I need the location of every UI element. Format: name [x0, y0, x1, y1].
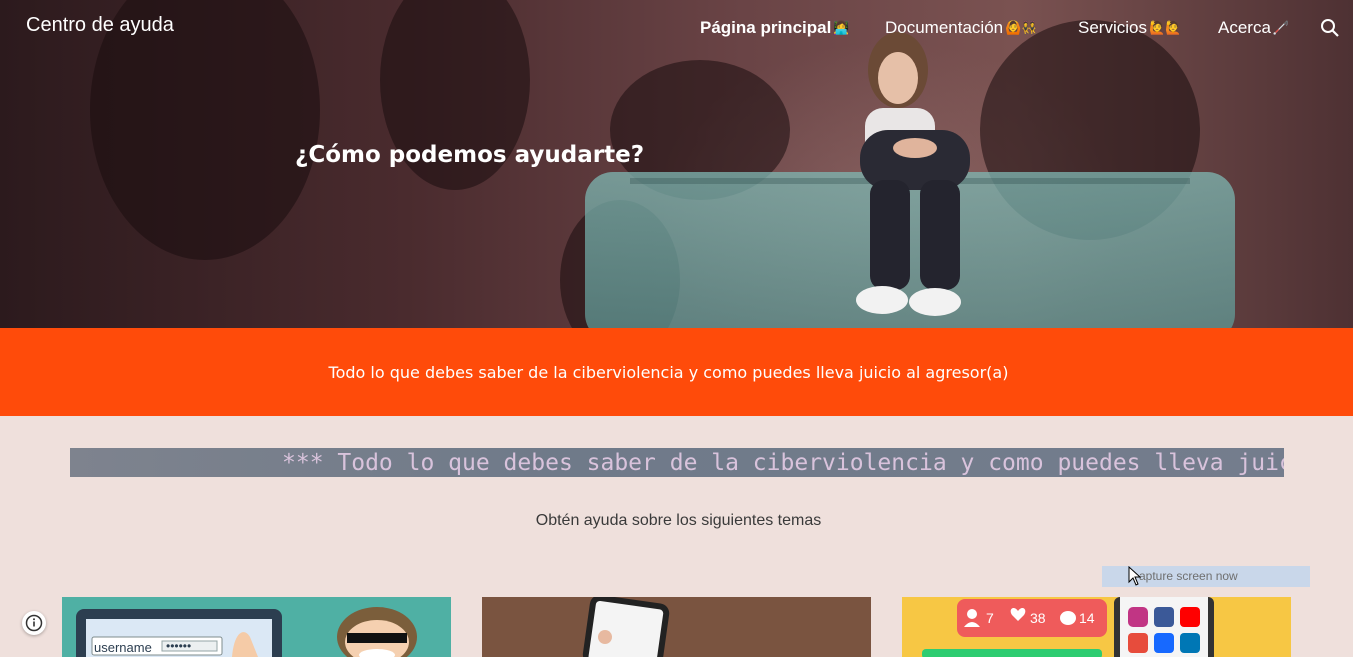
topic-card-phishing[interactable]: username •••••• [62, 597, 451, 657]
technologist-emoji-icon: 👩‍💻 [833, 20, 850, 35]
username-text: username [94, 640, 152, 655]
social-media-illustration [902, 597, 1291, 657]
info-icon[interactable] [22, 611, 46, 635]
raising-hand-emoji-icon: 🙋🙋 [1148, 20, 1182, 35]
info-glyph-icon [25, 614, 43, 632]
nav-label: Servicios [1078, 18, 1147, 37]
topics-subtitle: Obtén ayuda sobre los siguientes temas [535, 512, 822, 529]
girl-image [856, 32, 970, 316]
comments-count: 14 [1079, 610, 1095, 626]
nav-label: Acerca [1218, 18, 1271, 37]
likes-count: 38 [1030, 610, 1046, 626]
search-icon[interactable] [1320, 18, 1340, 38]
people-emoji-icon: 🙆👯 [1005, 20, 1038, 35]
scrolling-marquee: *** Todo lo que debes saber de la ciberv… [70, 448, 1284, 477]
site-title[interactable]: Centro de ayuda [26, 14, 174, 37]
followers-count: 7 [986, 610, 994, 626]
shadow-hand-left [90, 0, 320, 260]
nav-item-acerca[interactable]: Acerca 🦯 [1218, 18, 1308, 38]
banner-text: Todo lo que debes saber de la ciberviole… [328, 362, 1009, 382]
topic-card-social-media[interactable]: 7 38 14 [902, 597, 1291, 657]
mouse-cursor-icon [1128, 566, 1142, 586]
nav-item-documentacion[interactable]: Documentación 🙆👯 [885, 18, 1078, 38]
hero-section: Centro de ayuda Página principal 👩‍💻 Doc… [0, 0, 1353, 328]
hero-heading: ¿Cómo podemos ayudarte? [295, 142, 645, 168]
main-nav: Página principal 👩‍💻 Documentación 🙆👯 Se… [700, 18, 1308, 38]
marquee-text: *** Todo lo que debes saber de la ciberv… [282, 450, 1284, 476]
cane-emoji-icon: 🦯 [1272, 20, 1290, 35]
nav-item-servicios[interactable]: Servicios 🙋🙋 [1078, 18, 1218, 38]
announcement-banner: Todo lo que debes saber de la ciberviole… [0, 328, 1353, 416]
nav-label: Documentación [885, 18, 1004, 37]
phone-photo [482, 597, 871, 657]
nav-label: Página principal [700, 18, 832, 37]
topic-card-phone[interactable] [482, 597, 871, 657]
nav-item-pagina-principal[interactable]: Página principal 👩‍💻 [700, 18, 885, 38]
password-dots: •••••• [166, 639, 192, 653]
